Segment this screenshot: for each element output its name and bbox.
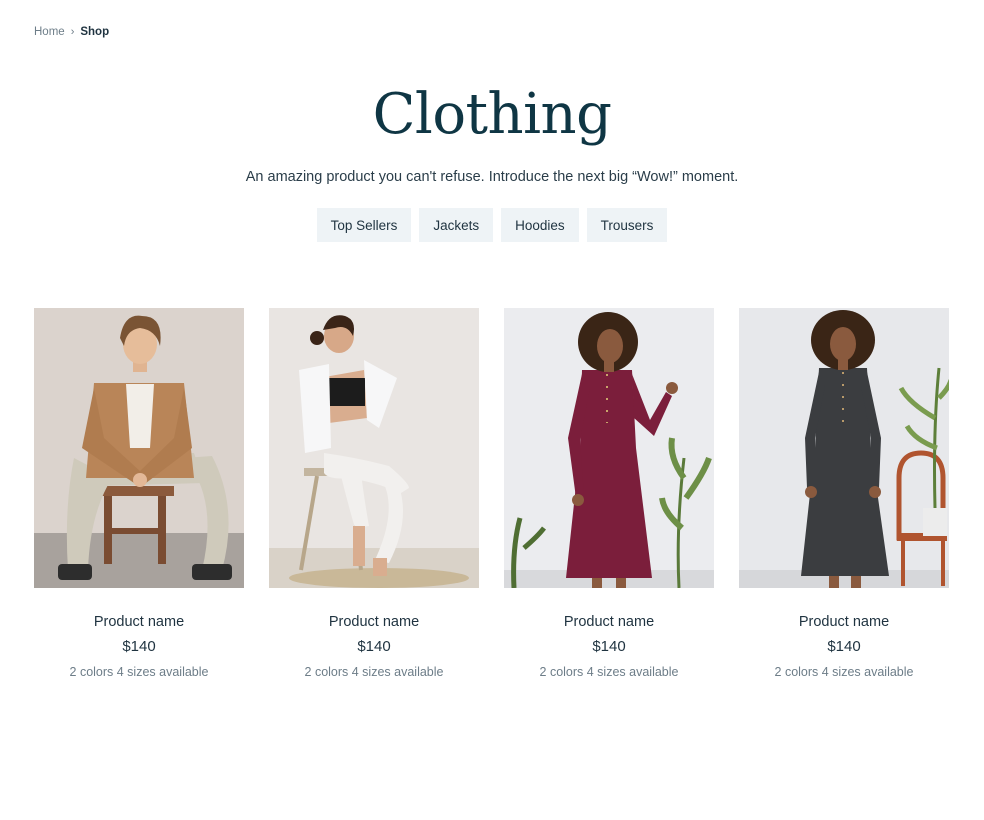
shop-page: Home › Shop Clothing An amazing product … [0, 0, 984, 820]
chevron-right-icon: › [70, 26, 75, 38]
breadcrumb-current: Shop [80, 26, 110, 38]
product-availability: 2 colors 4 sizes available [304, 665, 444, 679]
product-card[interactable]: Product name $140 2 colors 4 sizes avail… [739, 308, 949, 679]
category-filters: Top Sellers Jackets Hoodies Trousers [0, 208, 984, 242]
product-image[interactable] [34, 308, 244, 588]
page-subtitle: An amazing product you can't refuse. Int… [245, 169, 739, 185]
filter-top-sellers-button[interactable]: Top Sellers [316, 208, 412, 242]
product-availability: 2 colors 4 sizes available [69, 665, 209, 679]
product-card[interactable]: Product name $140 2 colors 4 sizes avail… [34, 308, 244, 679]
product-image[interactable] [269, 308, 479, 588]
product-name[interactable]: Product name [504, 614, 714, 630]
product-image[interactable] [504, 308, 714, 588]
product-image[interactable] [739, 308, 949, 588]
breadcrumb-home-link[interactable]: Home [34, 26, 65, 38]
product-price: $140 [122, 638, 156, 655]
product-card[interactable]: Product name $140 2 colors 4 sizes avail… [269, 308, 479, 679]
filter-hoodies-button[interactable]: Hoodies [501, 208, 579, 242]
product-grid: Product name $140 2 colors 4 sizes avail… [34, 308, 949, 679]
product-price: $140 [592, 638, 626, 655]
page-title: Clothing [372, 82, 612, 147]
product-availability: 2 colors 4 sizes available [539, 665, 679, 679]
product-availability: 2 colors 4 sizes available [774, 665, 914, 679]
product-name[interactable]: Product name [34, 614, 244, 630]
filter-jackets-button[interactable]: Jackets [419, 208, 494, 242]
product-name[interactable]: Product name [739, 614, 949, 630]
product-price: $140 [357, 638, 391, 655]
product-name[interactable]: Product name [269, 614, 479, 630]
breadcrumb: Home › Shop [34, 26, 109, 38]
filter-trousers-button[interactable]: Trousers [586, 208, 668, 242]
product-price: $140 [827, 638, 861, 655]
product-card[interactable]: Product name $140 2 colors 4 sizes avail… [504, 308, 714, 679]
